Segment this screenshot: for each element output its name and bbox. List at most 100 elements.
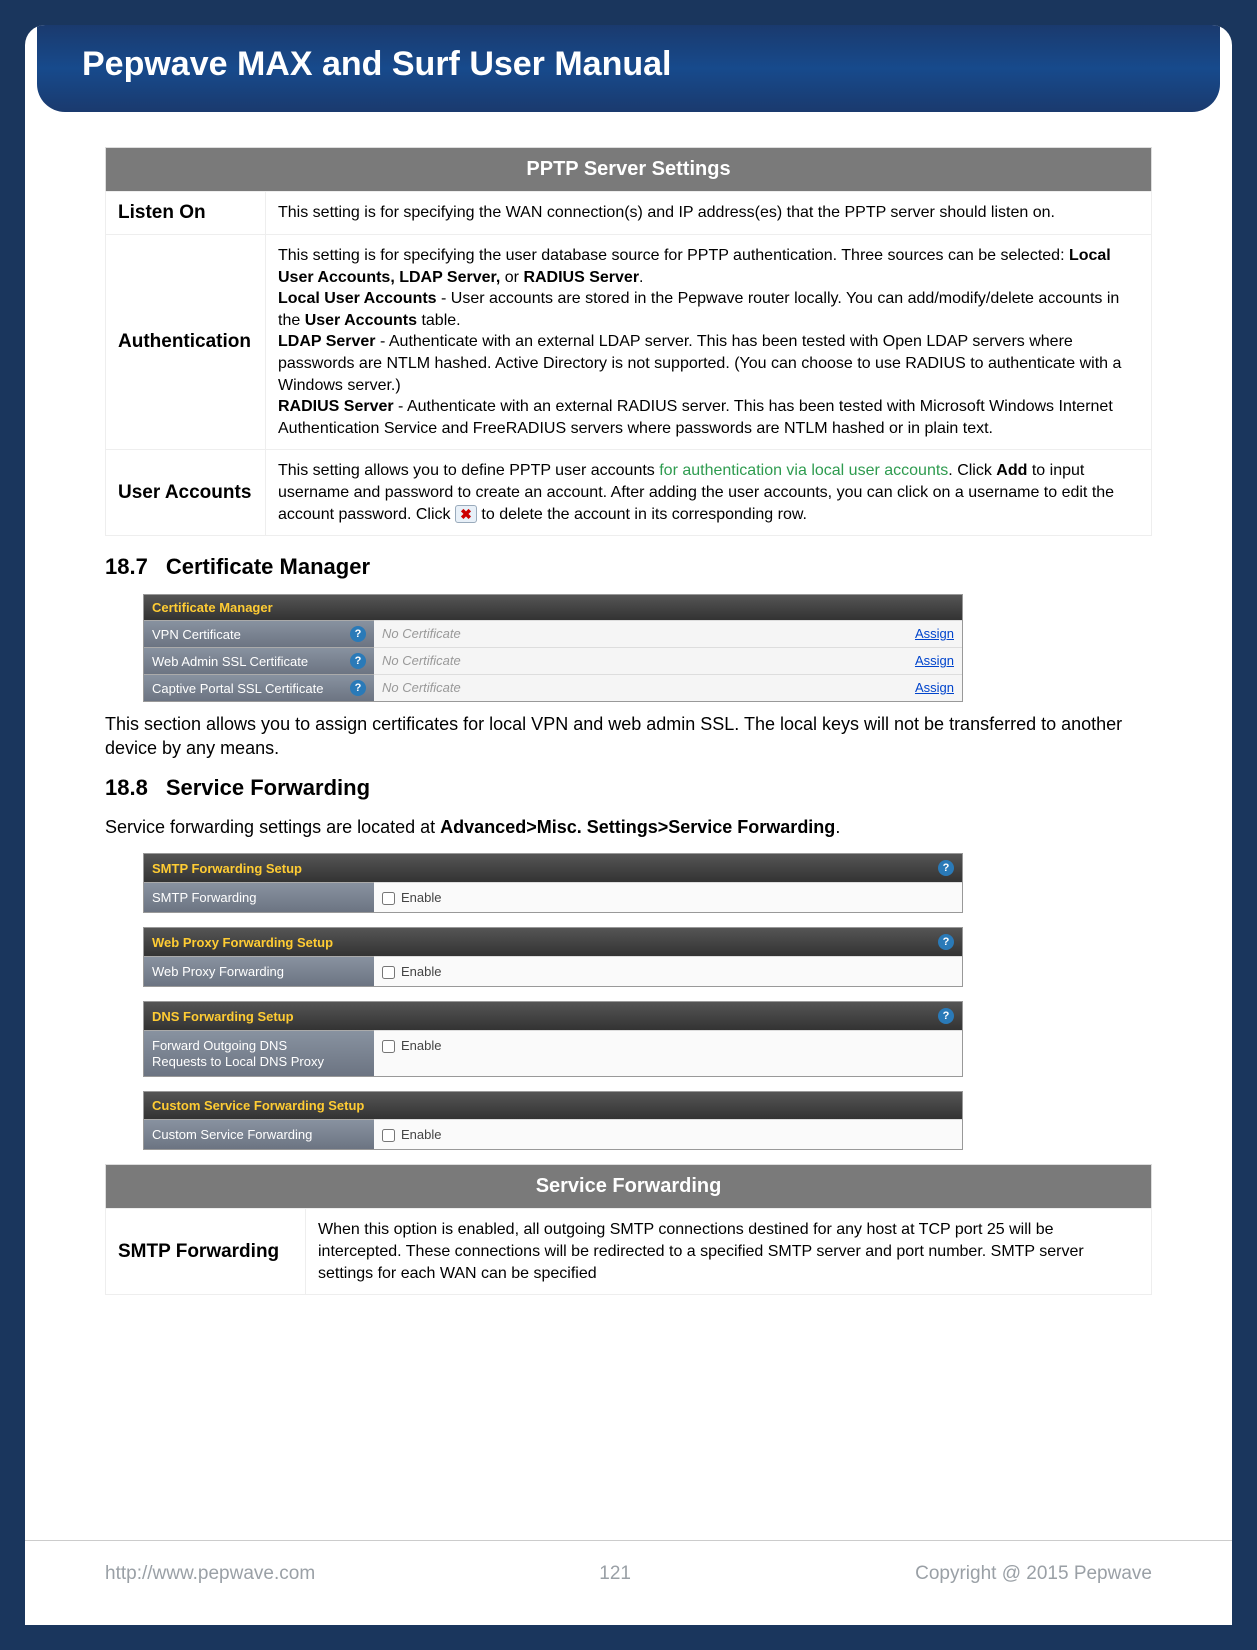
auth-ldap-b: LDAP Server xyxy=(278,333,376,350)
cert-label-vpn-text: VPN Certificate xyxy=(152,627,241,642)
cert-value-captive: No Certificate xyxy=(374,674,902,701)
pptp-table-title: PPTP Server Settings xyxy=(106,148,1152,192)
webproxy-forwarding-group: Web Proxy Forwarding Setup? Web Proxy Fo… xyxy=(143,927,963,987)
cert-value-vpn: No Certificate xyxy=(374,620,902,647)
sf-intro-b: Advanced>Misc. Settings>Service Forwardi… xyxy=(440,817,835,837)
section-18-7-heading: 18.7 Certificate Manager xyxy=(105,554,1152,580)
cert-header: Certificate Manager xyxy=(144,595,962,620)
service-forwarding-panels: SMTP Forwarding Setup? SMTP Forwarding E… xyxy=(143,853,963,1150)
webproxy-row-label: Web Proxy Forwarding xyxy=(144,956,374,986)
sf-intro-a: Service forwarding settings are located … xyxy=(105,817,440,837)
ua-add-bold: Add xyxy=(996,462,1027,479)
cert-value-web: No Certificate xyxy=(374,647,902,674)
sf-intro-c: . xyxy=(835,817,840,837)
custom-row-value: Enable xyxy=(374,1119,962,1149)
cert-assign-web[interactable]: Assign xyxy=(902,647,962,674)
footer-url: http://www.pepwave.com xyxy=(105,1563,315,1585)
custom-header-text: Custom Service Forwarding Setup xyxy=(152,1098,364,1113)
smtp-row-value: Enable xyxy=(374,882,962,912)
ua-t2: . Click xyxy=(948,462,996,479)
help-icon[interactable]: ? xyxy=(350,680,366,696)
section-18-8-num: 18.8 xyxy=(105,775,148,800)
ua-green: for authentication via local user accoun… xyxy=(659,462,948,479)
section-18-8-heading: 18.8 Service Forwarding xyxy=(105,775,1152,801)
auth-intro: This setting is for specifying the user … xyxy=(278,247,1069,264)
auth-local-b: Local User Accounts xyxy=(278,290,437,307)
cert-label-web-text: Web Admin SSL Certificate xyxy=(152,654,308,669)
dns-enable-checkbox[interactable] xyxy=(382,1040,395,1053)
row-desc-listen-on: This setting is for specifying the WAN c… xyxy=(266,192,1152,235)
webproxy-enable-checkbox[interactable] xyxy=(382,966,395,979)
auth-period: . xyxy=(639,269,643,286)
cert-label-vpn: VPN Certificate? xyxy=(144,620,374,647)
ua-t4: to delete the account in its correspondi… xyxy=(481,506,807,523)
sf-row-label: SMTP Forwarding xyxy=(106,1209,306,1295)
page-footer: http://www.pepwave.com 121 Copyright @ 2… xyxy=(25,1540,1232,1625)
auth-mid1: or xyxy=(500,269,523,286)
custom-enable-checkbox[interactable] xyxy=(382,1129,395,1142)
auth-radius-t: - Authenticate with an external RADIUS s… xyxy=(278,398,1113,437)
auth-radius-b: RADIUS Server xyxy=(278,398,394,415)
smtp-forwarding-group: SMTP Forwarding Setup? SMTP Forwarding E… xyxy=(143,853,963,913)
custom-enable-label: Enable xyxy=(401,1127,441,1142)
service-forwarding-intro: Service forwarding settings are located … xyxy=(105,815,1152,839)
section-18-7-num: 18.7 xyxy=(105,554,148,579)
pptp-settings-table: PPTP Server Settings Listen On This sett… xyxy=(105,147,1152,536)
help-icon[interactable]: ? xyxy=(938,934,954,950)
webproxy-enable-label: Enable xyxy=(401,964,441,979)
webproxy-header: Web Proxy Forwarding Setup? xyxy=(144,928,962,956)
row-label-user-accounts: User Accounts xyxy=(106,450,266,536)
smtp-header: SMTP Forwarding Setup? xyxy=(144,854,962,882)
webproxy-row-value: Enable xyxy=(374,956,962,986)
dns-label2: Requests to Local DNS Proxy xyxy=(152,1054,324,1069)
document-page: Pepwave MAX and Surf User Manual PPTP Se… xyxy=(25,25,1232,1625)
sf-table-title: Service Forwarding xyxy=(106,1165,1152,1209)
dns-row-label: Forward Outgoing DNSRequests to Local DN… xyxy=(144,1030,374,1076)
footer-copyright: Copyright @ 2015 Pepwave xyxy=(915,1563,1152,1585)
smtp-row-label: SMTP Forwarding xyxy=(144,882,374,912)
row-desc-user-accounts: This setting allows you to define PPTP u… xyxy=(266,450,1152,536)
smtp-enable-label: Enable xyxy=(401,890,441,905)
help-icon[interactable]: ? xyxy=(938,1008,954,1024)
help-icon[interactable]: ? xyxy=(350,653,366,669)
custom-header: Custom Service Forwarding Setup xyxy=(144,1092,962,1119)
webproxy-header-text: Web Proxy Forwarding Setup xyxy=(152,935,333,950)
cert-row-vpn: VPN Certificate? No Certificate Assign xyxy=(144,620,962,647)
cert-row-web: Web Admin SSL Certificate? No Certificat… xyxy=(144,647,962,674)
dns-header: DNS Forwarding Setup? xyxy=(144,1002,962,1030)
page-content: PPTP Server Settings Listen On This sett… xyxy=(25,112,1232,1333)
auth-local-b2: User Accounts xyxy=(305,312,417,329)
smtp-header-text: SMTP Forwarding Setup xyxy=(152,861,302,876)
cert-label-web: Web Admin SSL Certificate? xyxy=(144,647,374,674)
cert-assign-vpn[interactable]: Assign xyxy=(902,620,962,647)
dns-enable-label: Enable xyxy=(401,1038,441,1053)
custom-forwarding-group: Custom Service Forwarding Setup Custom S… xyxy=(143,1091,963,1150)
footer-page-number: 121 xyxy=(599,1563,631,1585)
cert-description: This section allows you to assign certif… xyxy=(105,712,1152,761)
section-18-8-title: Service Forwarding xyxy=(166,775,370,800)
dns-header-text: DNS Forwarding Setup xyxy=(152,1009,294,1024)
dns-forwarding-group: DNS Forwarding Setup? Forward Outgoing D… xyxy=(143,1001,963,1077)
ua-t1: This setting allows you to define PPTP u… xyxy=(278,462,659,479)
dns-label1: Forward Outgoing DNS xyxy=(152,1038,287,1053)
help-icon[interactable]: ? xyxy=(938,860,954,876)
auth-local-t2: table. xyxy=(417,312,461,329)
dns-row-value: Enable xyxy=(374,1030,962,1076)
cert-assign-captive[interactable]: Assign xyxy=(902,674,962,701)
service-forwarding-table: Service Forwarding SMTP Forwarding When … xyxy=(105,1164,1152,1295)
row-label-authentication: Authentication xyxy=(106,235,266,450)
row-desc-authentication: This setting is for specifying the user … xyxy=(266,235,1152,450)
cert-label-captive: Captive Portal SSL Certificate? xyxy=(144,674,374,701)
cert-label-captive-text: Captive Portal SSL Certificate xyxy=(152,681,323,696)
smtp-enable-checkbox[interactable] xyxy=(382,892,395,905)
auth-bold2: RADIUS Server xyxy=(523,269,639,286)
auth-ldap-t: - Authenticate with an external LDAP ser… xyxy=(278,333,1121,393)
row-label-listen-on: Listen On xyxy=(106,192,266,235)
section-18-7-title: Certificate Manager xyxy=(166,554,370,579)
help-icon[interactable]: ? xyxy=(350,626,366,642)
custom-row-label: Custom Service Forwarding xyxy=(144,1119,374,1149)
manual-title: Pepwave MAX and Surf User Manual xyxy=(37,25,1220,112)
delete-icon[interactable]: ✖ xyxy=(455,505,477,523)
cert-row-captive: Captive Portal SSL Certificate? No Certi… xyxy=(144,674,962,701)
certificate-manager-table: Certificate Manager VPN Certificate? No … xyxy=(143,594,963,702)
